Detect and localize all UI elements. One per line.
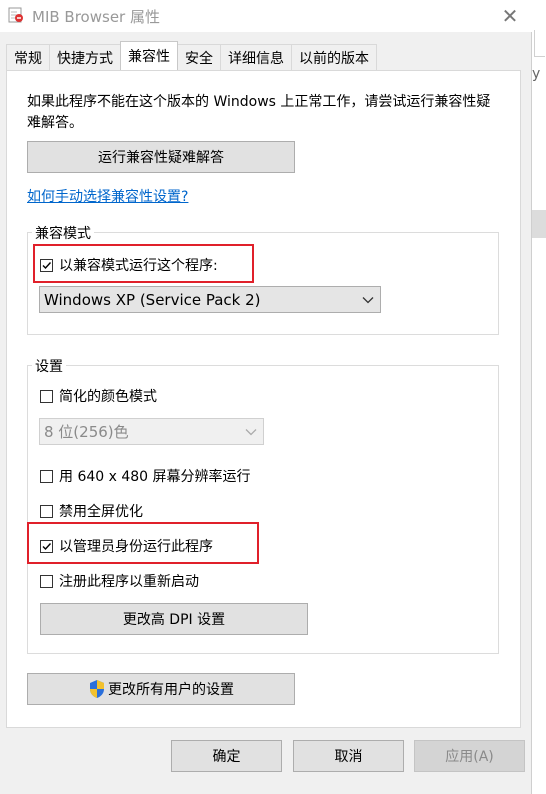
close-icon: ✕ [501, 4, 519, 28]
register-restart-row[interactable]: 注册此程序以重新启动 [40, 571, 199, 591]
change-all-users-button[interactable]: 更改所有用户的设置 [27, 673, 295, 705]
app-icon [8, 7, 23, 23]
compat-mode-group-label: 兼容模式 [32, 223, 94, 243]
color-depth-value: 8 位(256)色 [44, 423, 129, 441]
ok-button-label: 确定 [212, 749, 241, 765]
shield-icon [90, 680, 104, 698]
apply-button-label: 应用(A) [445, 749, 494, 765]
background-window-highlight [532, 210, 546, 238]
tab-shortcut[interactable]: 快捷方式 [49, 44, 121, 70]
run-as-admin-highlight [27, 522, 259, 564]
troubleshoot-button[interactable]: 运行兼容性疑难解答 [27, 141, 295, 173]
compat-mode-highlight [33, 244, 254, 283]
ok-button[interactable]: 确定 [171, 740, 282, 772]
change-all-users-label: 更改所有用户的设置 [108, 682, 234, 698]
tab-details[interactable]: 详细信息 [220, 44, 292, 70]
fullscreen-opt-label: 禁用全屏优化 [59, 504, 143, 520]
color-depth-select[interactable]: 8 位(256)色 [39, 418, 264, 445]
change-dpi-button-label: 更改高 DPI 设置 [122, 612, 226, 628]
title-bar: MIB Browser 属性 ✕ [0, 0, 532, 32]
resolution-label: 用 640 x 480 屏幕分辨率运行 [59, 469, 251, 485]
register-restart-checkbox[interactable] [40, 574, 53, 588]
change-dpi-button[interactable]: 更改高 DPI 设置 [40, 603, 308, 635]
background-window-text: y [532, 66, 541, 82]
register-restart-label: 注册此程序以重新启动 [59, 574, 199, 590]
window-title: MIB Browser 属性 [32, 8, 160, 26]
tab-security[interactable]: 安全 [177, 44, 221, 70]
chevron-down-icon [362, 296, 374, 303]
tab-label: 兼容性 [128, 49, 170, 65]
cancel-button[interactable]: 取消 [293, 740, 404, 772]
tab-label: 安全 [185, 50, 213, 67]
background-window-edge: y [532, 0, 546, 794]
os-version-select[interactable]: Windows XP (Service Pack 2) [39, 286, 381, 313]
cancel-button-label: 取消 [334, 749, 363, 765]
tab-general[interactable]: 常规 [6, 44, 50, 70]
reduced-color-label: 简化的颜色模式 [59, 389, 157, 405]
os-version-value: Windows XP (Service Pack 2) [44, 290, 261, 309]
intro-text: 如果此程序不能在这个版本的 Windows 上正常工作，请尝试运行兼容性疑难解答… [27, 94, 491, 131]
manual-settings-link[interactable]: 如何手动选择兼容性设置? [27, 186, 188, 206]
tab-label: 以前的版本 [299, 50, 369, 67]
chevron-down-icon [245, 428, 257, 435]
tab-previous-versions[interactable]: 以前的版本 [291, 44, 377, 70]
tab-label: 详细信息 [228, 50, 284, 67]
resolution-checkbox[interactable] [40, 469, 53, 483]
tab-strip: 常规 快捷方式 兼容性 安全 详细信息 以前的版本 [6, 41, 377, 71]
reduced-color-checkbox[interactable] [40, 389, 53, 403]
properties-window: MIB Browser 属性 ✕ 常规 快捷方式 兼容性 安全 详细信息 以前的… [0, 0, 532, 794]
apply-button[interactable]: 应用(A) [414, 740, 525, 772]
fullscreen-opt-row[interactable]: 禁用全屏优化 [40, 501, 143, 521]
tab-label: 常规 [14, 50, 42, 67]
tab-label: 快捷方式 [57, 50, 113, 67]
troubleshoot-button-label: 运行兼容性疑难解答 [98, 150, 224, 166]
fullscreen-opt-checkbox[interactable] [40, 504, 53, 518]
settings-group-label: 设置 [32, 356, 66, 376]
tab-compatibility[interactable]: 兼容性 [120, 41, 178, 70]
resolution-row[interactable]: 用 640 x 480 屏幕分辨率运行 [40, 466, 251, 486]
close-button[interactable]: ✕ [488, 0, 532, 32]
background-window-frame [534, 30, 545, 57]
reduced-color-row[interactable]: 简化的颜色模式 [40, 386, 157, 406]
